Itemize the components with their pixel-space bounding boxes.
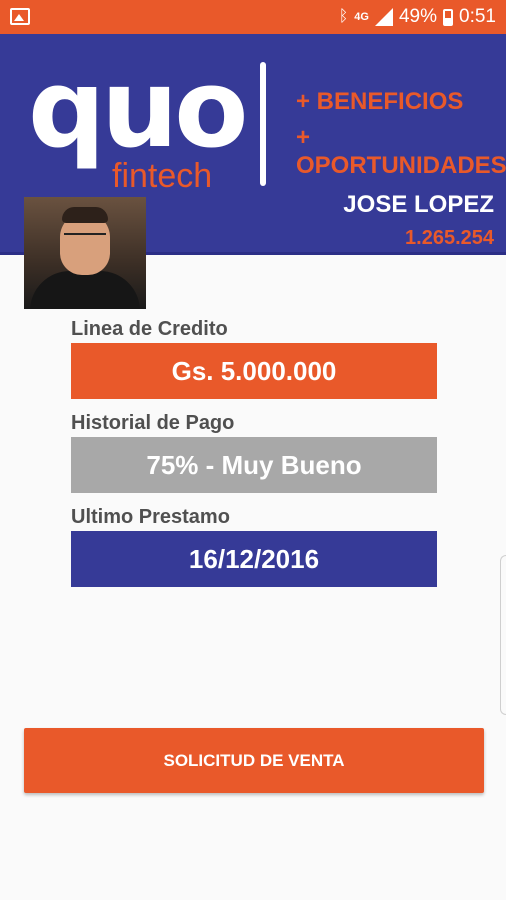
sale-request-button[interactable]: SOLICITUD DE VENTA xyxy=(24,728,484,793)
status-right: ᛒ 4G 49% 0:51 xyxy=(339,6,496,28)
last-loan-label: Ultimo Prestamo xyxy=(71,506,230,528)
user-id: 1.265.254 xyxy=(405,227,494,249)
gallery-icon xyxy=(10,8,30,25)
status-bar: ᛒ 4G 49% 0:51 xyxy=(0,0,506,34)
signal-icon xyxy=(374,8,393,26)
data-4g-icon: 4G xyxy=(354,11,369,23)
last-loan-value: 16/12/2016 xyxy=(71,531,437,587)
tagline-benefits: + BENEFICIOS xyxy=(296,88,464,115)
logo-fintech: fintech xyxy=(112,157,213,195)
battery-percent: 49% xyxy=(398,6,438,27)
logo-quo: quo xyxy=(28,47,248,172)
avatar xyxy=(24,197,146,309)
edge-panel-handle[interactable] xyxy=(500,555,506,715)
header-divider xyxy=(260,62,266,186)
user-name: JOSE LOPEZ xyxy=(343,191,494,218)
battery-icon xyxy=(443,8,454,26)
credit-line-label: Linea de Credito xyxy=(71,318,228,340)
bluetooth-icon: ᛒ xyxy=(338,8,349,25)
payment-history-value: 75% - Muy Bueno xyxy=(71,437,437,493)
payment-history-label: Historial de Pago xyxy=(71,412,235,434)
clock: 0:51 xyxy=(459,6,496,27)
tagline-opportunities: + OPORTUNIDADES xyxy=(296,124,506,179)
credit-line-value: Gs. 5.000.000 xyxy=(71,343,437,399)
